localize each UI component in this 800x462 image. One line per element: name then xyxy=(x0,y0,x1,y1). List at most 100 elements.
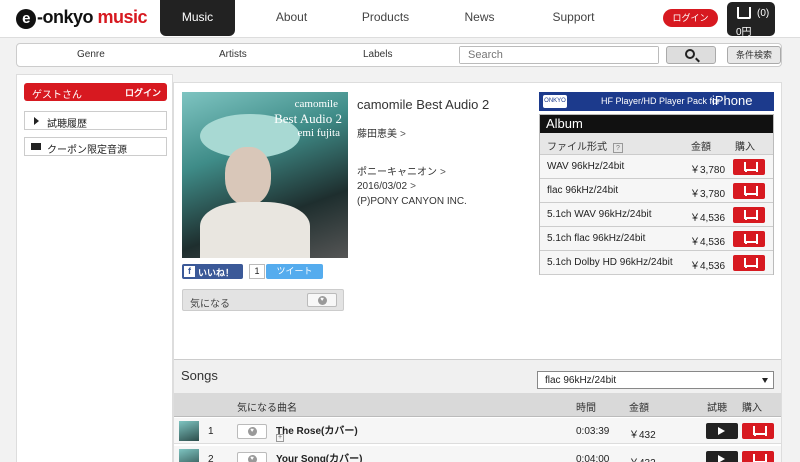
guest-name: ゲストさん xyxy=(32,90,82,101)
facebook-icon: f xyxy=(184,266,195,277)
chevron-right-icon: > xyxy=(400,129,406,140)
labels-link[interactable]: Labels xyxy=(363,49,392,60)
main-nav: Music About Products News Support xyxy=(160,0,630,36)
format-row: flac 96kHz/24bit ￥3,780 xyxy=(540,179,773,203)
favorite-button[interactable]: ♥ xyxy=(307,293,337,307)
nav-about[interactable]: About xyxy=(254,0,329,36)
favorite-button[interactable]: ♥ xyxy=(237,424,267,439)
like-count: 1 xyxy=(249,264,265,279)
track-thumbnail xyxy=(179,449,199,462)
help-icon[interactable]: ? xyxy=(613,143,623,153)
buy-col-header: 購入 xyxy=(735,142,755,153)
nav-products[interactable]: Products xyxy=(348,0,423,36)
table-row: 2 ♥ Your Song(カバー) + 0:04:00 ￥432 xyxy=(174,446,781,462)
favorite-label: 気になる xyxy=(190,299,230,310)
album-heading: Album xyxy=(540,115,773,133)
cart-icon xyxy=(737,7,751,19)
heart-icon: ♥ xyxy=(317,296,327,305)
banner-device: iPhone xyxy=(712,93,753,108)
cover-title-line2: Best Audio 2 xyxy=(274,111,342,126)
format-row: 5.1ch Dolby HD 96kHz/24bit ￥4,536 xyxy=(540,251,773,275)
label-link[interactable]: ポニーキャニオン > xyxy=(357,163,446,178)
buy-col-header: 購入 xyxy=(742,403,762,414)
search-button[interactable] xyxy=(666,46,716,64)
expand-icon[interactable]: + xyxy=(276,434,284,442)
add-to-cart-button[interactable] xyxy=(733,183,765,199)
sidebar-item-label: 試聴履歴 xyxy=(47,119,87,130)
format-row: WAV 96kHz/24bit ￥3,780 xyxy=(540,155,773,179)
album-cover[interactable]: camomile Best Audio 2 emi fujita xyxy=(182,92,348,258)
heart-icon: ♥ xyxy=(247,455,257,462)
artists-link[interactable]: Artists xyxy=(219,49,247,60)
artist-link[interactable]: 藤田恵美 > xyxy=(357,125,406,140)
price-col-header: 金額 xyxy=(691,142,711,153)
nav-support[interactable]: Support xyxy=(536,0,611,36)
favorite-song-col-header: 気になる曲名 xyxy=(237,403,297,414)
copyright: (P)PONY CANYON INC. xyxy=(357,196,467,207)
songs-table-header: 気になる曲名 時間 金額 試聴 購入 xyxy=(174,393,781,417)
format-select-value: flac 96kHz/24bit xyxy=(545,375,617,386)
logo-music: music xyxy=(97,7,148,27)
nav-music[interactable]: Music xyxy=(160,0,235,36)
tweet-button[interactable]: ツイート xyxy=(266,264,323,279)
chevron-down-icon xyxy=(762,378,768,383)
triangle-right-icon xyxy=(34,117,39,125)
track-name[interactable]: The Rose(カバー) xyxy=(276,422,358,437)
search-input[interactable] xyxy=(460,47,658,63)
chevron-right-icon: > xyxy=(410,181,416,192)
play-button[interactable] xyxy=(706,423,738,439)
cart-button[interactable]: (0) 0円 xyxy=(727,2,775,38)
add-to-cart-button[interactable] xyxy=(742,423,774,439)
sidebar-login-link[interactable]: ログイン xyxy=(125,86,161,99)
format-price: ￥4,536 xyxy=(690,261,726,272)
cart-total: 0円 xyxy=(736,27,752,38)
banner-text: HF Player/HD Player Pack for xyxy=(601,96,721,106)
facebook-like-button[interactable]: f いいね！ xyxy=(182,264,243,279)
track-price: ￥432 xyxy=(629,454,656,462)
purchase-table-header: ファイル形式? 金額 購入 xyxy=(540,133,773,155)
release-date-link[interactable]: 2016/03/02 > xyxy=(357,181,416,192)
hf-player-banner[interactable]: ONKYO HF Player/HD Player Pack for iPhon… xyxy=(539,92,774,111)
release-date: 2016/03/02 xyxy=(357,181,408,192)
cover-body-shape xyxy=(200,202,310,258)
track-price: ￥432 xyxy=(629,430,656,441)
onkyo-badge: ONKYO xyxy=(543,95,567,108)
add-to-cart-button[interactable] xyxy=(733,255,765,271)
advanced-search-button[interactable]: 条件検索 xyxy=(727,46,781,64)
favorite-button[interactable]: ♥ xyxy=(237,452,267,462)
track-time: 0:04:00 xyxy=(576,454,610,462)
sidebar-item-history[interactable]: 試聴履歴 xyxy=(24,111,167,130)
album-purchase-table: Album ファイル形式? 金額 購入 WAV 96kHz/24bit ￥3,7… xyxy=(539,114,774,275)
format-price: ￥3,780 xyxy=(690,189,726,200)
favorite-box: 気になる ♥ xyxy=(182,289,344,311)
genre-link[interactable]: Genre xyxy=(77,49,105,60)
songs-title: Songs xyxy=(181,368,218,383)
format-row: 5.1ch WAV 96kHz/24bit ￥4,536 xyxy=(540,203,773,227)
login-button[interactable]: ログイン xyxy=(663,9,718,27)
sidebar-item-label: クーポン限定音源 xyxy=(47,145,127,156)
add-to-cart-button[interactable] xyxy=(733,231,765,247)
site-logo[interactable]: e -onkyo music xyxy=(16,7,148,29)
like-label: いいね！ xyxy=(198,268,235,278)
format-name: flac 96kHz/24bit xyxy=(547,185,619,196)
logo-e-icon: e xyxy=(16,9,36,29)
nav-news[interactable]: News xyxy=(442,0,517,36)
heart-icon: ♥ xyxy=(247,427,257,436)
cover-title-line1: camomile xyxy=(294,98,338,110)
format-name: 5.1ch WAV 96kHz/24bit xyxy=(547,209,652,220)
format-price: ￥4,536 xyxy=(690,237,726,248)
label-name: ポニーキャニオン xyxy=(357,167,437,178)
chevron-right-icon: > xyxy=(440,167,446,178)
add-to-cart-button[interactable] xyxy=(742,451,774,462)
track-number: 1 xyxy=(208,426,214,437)
play-button[interactable] xyxy=(706,451,738,462)
track-name[interactable]: Your Song(カバー) xyxy=(276,450,362,462)
cover-face-shape xyxy=(225,147,271,205)
listen-col-header: 試聴 xyxy=(707,403,727,414)
table-row: 1 ♥ The Rose(カバー) + 0:03:39 ￥432 xyxy=(174,418,781,444)
add-to-cart-button[interactable] xyxy=(733,159,765,175)
format-select[interactable]: flac 96kHz/24bit xyxy=(537,371,774,389)
time-col-header: 時間 xyxy=(576,403,596,414)
sidebar-item-coupon[interactable]: クーポン限定音源 xyxy=(24,137,167,156)
add-to-cart-button[interactable] xyxy=(733,207,765,223)
